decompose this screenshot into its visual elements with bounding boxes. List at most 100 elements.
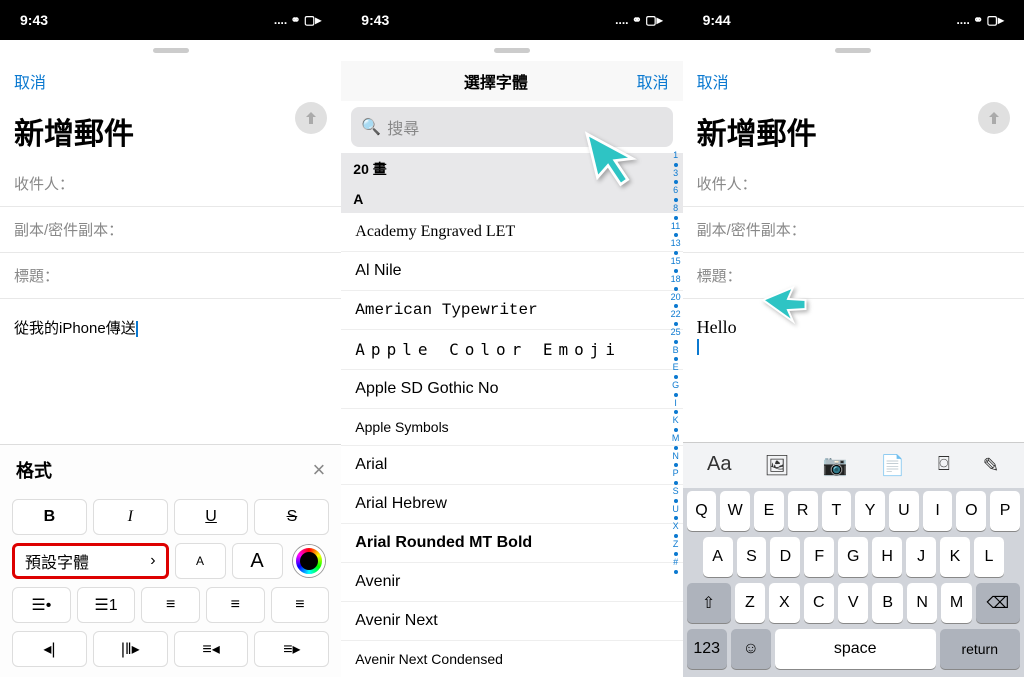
sheet-handle[interactable] — [494, 48, 530, 53]
font-item[interactable]: Arial Hebrew — [341, 485, 682, 524]
body-area[interactable]: Hello — [683, 299, 1024, 373]
key-t[interactable]: T — [822, 491, 852, 531]
index-item[interactable]: 1 — [673, 150, 678, 162]
key-s[interactable]: S — [737, 537, 767, 577]
indent-button[interactable]: |‖▸ — [93, 631, 168, 667]
scan-icon[interactable]: ⌼ — [938, 453, 950, 478]
font-item[interactable]: Academy Engraved LET — [341, 213, 682, 252]
cancel-button[interactable]: 取消 — [14, 69, 46, 93]
index-item[interactable]: S — [673, 486, 679, 498]
emoji-key[interactable]: ☺ — [731, 629, 771, 669]
key-v[interactable]: V — [838, 583, 868, 623]
italic-button[interactable]: I — [93, 499, 168, 535]
font-item[interactable]: Apple SD Gothic No — [341, 370, 682, 409]
shift-key[interactable]: ⇧ — [687, 583, 731, 623]
list-bullet-button[interactable]: ☰• — [12, 587, 71, 623]
index-item[interactable]: 3 — [673, 168, 678, 180]
send-button[interactable] — [978, 102, 1010, 134]
font-item[interactable]: Arial — [341, 446, 682, 485]
font-item[interactable]: Apple Color Emoji — [341, 330, 682, 370]
key-u[interactable]: U — [889, 491, 919, 531]
subject-field[interactable]: 標題： — [683, 253, 1024, 299]
index-item[interactable]: M — [672, 433, 680, 445]
key-g[interactable]: G — [838, 537, 868, 577]
key-w[interactable]: W — [720, 491, 750, 531]
key-b[interactable]: B — [872, 583, 902, 623]
key-r[interactable]: R — [788, 491, 818, 531]
key-d[interactable]: D — [770, 537, 800, 577]
to-field[interactable]: 收件人： — [0, 161, 341, 207]
key-o[interactable]: O — [956, 491, 986, 531]
index-item[interactable]: B — [673, 345, 679, 357]
cc-field[interactable]: 副本/密件副本： — [0, 207, 341, 253]
sheet-handle[interactable] — [835, 48, 871, 53]
space-key[interactable]: space — [775, 629, 936, 669]
index-item[interactable]: 6 — [673, 185, 678, 197]
font-item[interactable]: Arial Rounded MT Bold — [341, 524, 682, 563]
key-e[interactable]: E — [754, 491, 784, 531]
font-item[interactable]: Al Nile — [341, 252, 682, 291]
sheet-handle[interactable] — [153, 48, 189, 53]
key-x[interactable]: X — [769, 583, 799, 623]
cc-field[interactable]: 副本/密件副本： — [683, 207, 1024, 253]
quote-increase-button[interactable]: ≡▸ — [254, 631, 329, 667]
strike-button[interactable]: S — [254, 499, 329, 535]
index-item[interactable]: 20 — [671, 292, 681, 304]
key-f[interactable]: F — [804, 537, 834, 577]
font-style-icon[interactable]: Aa — [707, 453, 731, 478]
key-q[interactable]: Q — [687, 491, 717, 531]
index-item[interactable]: 13 — [671, 238, 681, 250]
index-item[interactable]: 18 — [671, 274, 681, 286]
key-p[interactable]: P — [990, 491, 1020, 531]
key-j[interactable]: J — [906, 537, 936, 577]
index-item[interactable]: # — [673, 557, 678, 569]
font-item[interactable]: Apple Symbols — [341, 409, 682, 446]
index-rail[interactable]: 136811131518202225BEGIKMNPSUXZ# — [671, 150, 681, 575]
key-z[interactable]: Z — [735, 583, 765, 623]
index-item[interactable]: 8 — [673, 203, 678, 215]
outdent-button[interactable]: ◂| — [12, 631, 87, 667]
index-item[interactable]: E — [673, 362, 679, 374]
index-item[interactable]: U — [672, 504, 679, 516]
index-item[interactable]: 15 — [671, 256, 681, 268]
key-y[interactable]: Y — [855, 491, 885, 531]
align-left-button[interactable]: ≡ — [141, 587, 200, 623]
align-center-button[interactable]: ≡ — [206, 587, 265, 623]
close-icon[interactable]: × — [312, 457, 325, 483]
index-item[interactable]: G — [672, 380, 679, 392]
index-item[interactable]: P — [673, 468, 679, 480]
list-number-button[interactable]: ☰1 — [77, 587, 136, 623]
document-icon[interactable]: 📄 — [880, 453, 905, 478]
font-larger-button[interactable]: A — [232, 543, 283, 579]
number-key[interactable]: 123 — [687, 629, 727, 669]
key-c[interactable]: C — [804, 583, 834, 623]
index-item[interactable]: K — [673, 415, 679, 427]
key-k[interactable]: K — [940, 537, 970, 577]
font-item[interactable]: Avenir Next Condensed — [341, 641, 682, 677]
underline-button[interactable]: U — [174, 499, 249, 535]
index-item[interactable]: Z — [673, 539, 679, 551]
body-area[interactable]: 從我的iPhone傳送 — [0, 299, 341, 356]
quote-decrease-button[interactable]: ≡◂ — [174, 631, 249, 667]
return-key[interactable]: return — [940, 629, 1020, 669]
markup-icon[interactable]: ✎ — [983, 453, 1000, 478]
index-item[interactable]: 11 — [671, 221, 680, 233]
color-picker-button[interactable] — [289, 543, 330, 579]
index-item[interactable]: X — [673, 521, 679, 533]
font-item[interactable]: American Typewriter — [341, 291, 682, 330]
key-l[interactable]: L — [974, 537, 1004, 577]
font-item[interactable]: Avenir Next — [341, 602, 682, 641]
font-smaller-button[interactable]: A — [175, 543, 226, 579]
default-font-button[interactable]: 預設字體 › — [12, 543, 169, 579]
to-field[interactable]: 收件人： — [683, 161, 1024, 207]
key-n[interactable]: N — [907, 583, 937, 623]
cancel-button[interactable]: 取消 — [637, 69, 669, 93]
font-list[interactable]: Academy Engraved LETAl NileAmerican Type… — [341, 213, 682, 677]
photo-library-icon[interactable]: 🖼 — [764, 453, 789, 478]
index-item[interactable]: 25 — [671, 327, 681, 339]
bold-button[interactable]: B — [12, 499, 87, 535]
key-h[interactable]: H — [872, 537, 902, 577]
index-item[interactable]: N — [672, 451, 679, 463]
key-i[interactable]: I — [923, 491, 953, 531]
align-right-button[interactable]: ≡ — [271, 587, 330, 623]
